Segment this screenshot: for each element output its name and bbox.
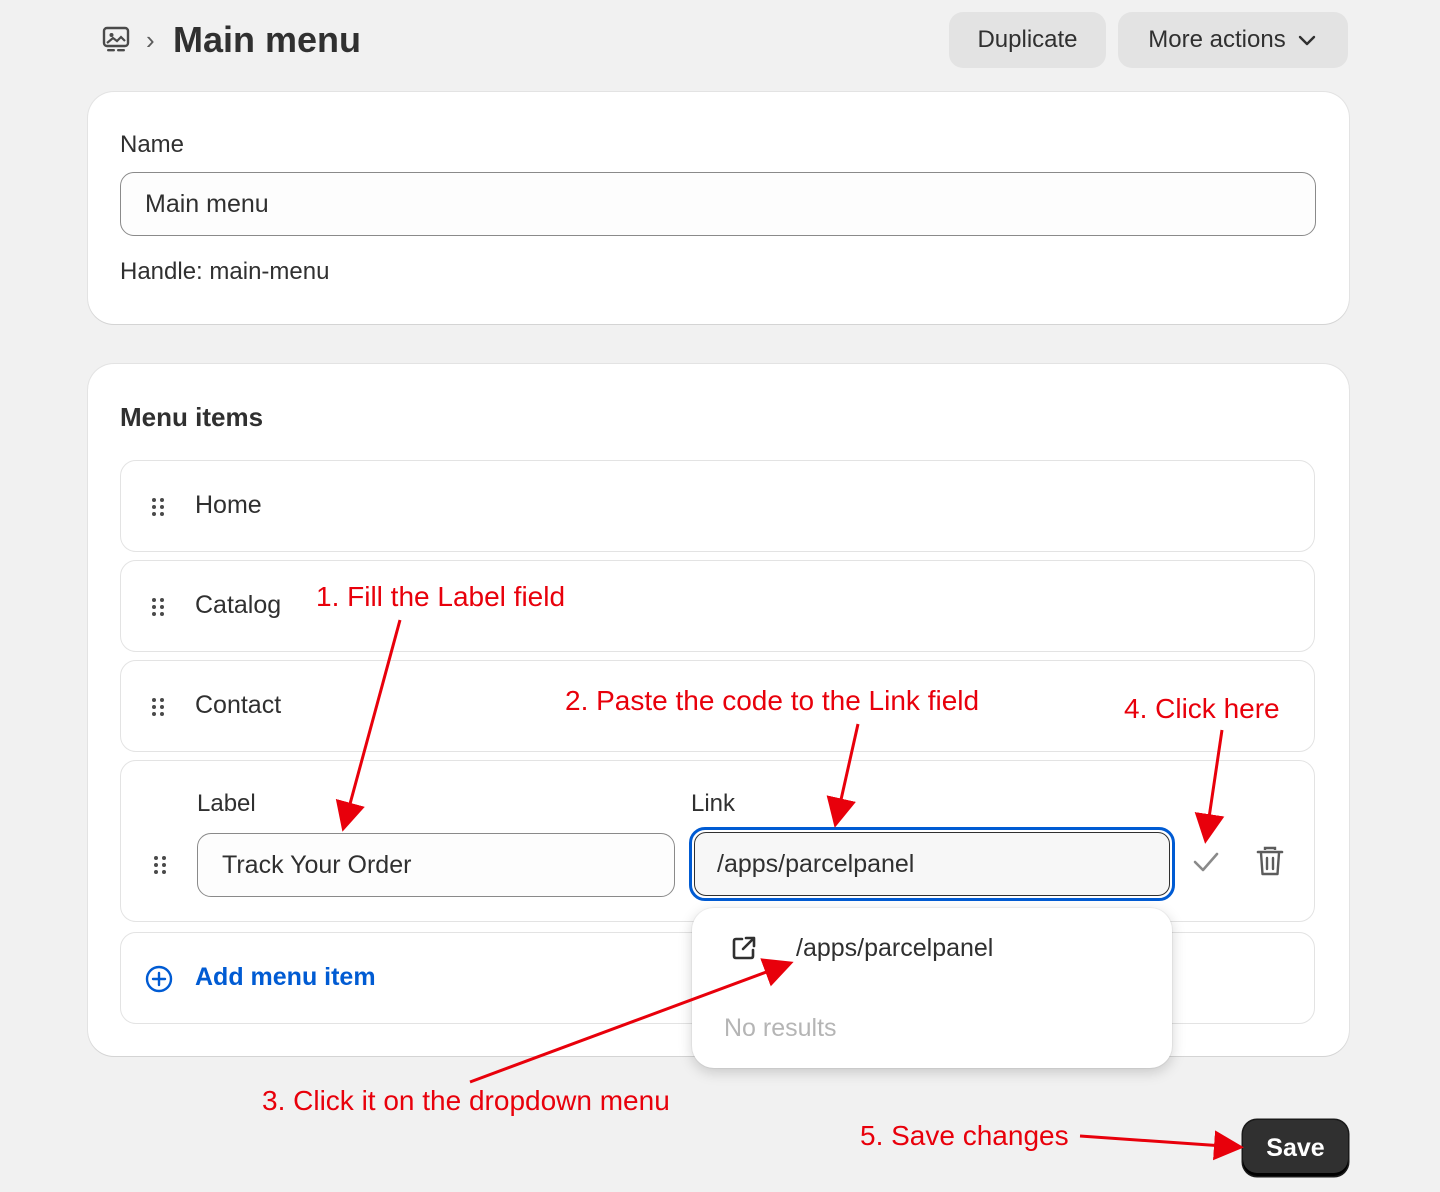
annotation-step-2: 2. Paste the code to the Link field [565,685,980,716]
online-store-icon[interactable] [100,24,132,56]
save-button[interactable]: Save [1243,1120,1348,1176]
link-suggestions-dropdown: /apps/parcelpanel No results [692,908,1172,1068]
name-card: Name Handle: main-menu [88,92,1349,324]
drag-handle-icon[interactable] [151,853,169,877]
annotation-step-4: 4. Click here [1124,693,1280,724]
name-input[interactable] [120,172,1316,236]
annotation-step-5: 5. Save changes [860,1120,1069,1151]
menu-item-label: Catalog [195,591,282,619]
label-field-label: Label [197,790,256,817]
dropdown-option[interactable]: /apps/parcelpanel [796,934,993,963]
annotation-step-3: 3. Click it on the dropdown menu [262,1085,670,1116]
drag-handle-icon[interactable] [149,695,167,719]
drag-handle-icon[interactable] [149,595,167,619]
handle-text: Handle: main-menu [120,258,330,285]
trash-icon[interactable] [1255,845,1285,877]
breadcrumb-separator: › [146,25,155,55]
link-input[interactable] [694,832,1170,896]
check-icon[interactable] [1191,847,1221,877]
save-button-label: Save [1266,1133,1325,1162]
drag-handle-icon[interactable] [149,495,167,519]
menu-items-title: Menu items [120,402,264,432]
menu-item-row-home[interactable]: Home [120,460,1315,552]
menu-item-edit-row: Label Link [120,760,1315,922]
more-actions-button[interactable]: More actions [1118,12,1348,68]
link-input-focus-ring [689,827,1175,901]
name-field-label: Name [120,131,185,158]
arrow-step-5 [1079,1130,1244,1161]
more-actions-label: More actions [1148,26,1286,53]
duplicate-button[interactable]: Duplicate [949,12,1106,68]
label-input[interactable] [197,833,675,897]
menu-item-row-catalog[interactable]: Catalog [120,560,1315,652]
add-menu-item-label: Add menu item [195,963,376,991]
page-header: › Main menu Duplicate More actions [0,0,1440,82]
page-title: Main menu [173,19,362,60]
plus-circle-icon [145,965,173,993]
menu-item-label: Home [195,491,262,519]
annotation-step-1: 1. Fill the Label field [316,581,566,612]
external-link-icon [732,936,756,960]
chevron-down-icon [1298,35,1315,46]
menu-item-label: Contact [195,691,282,719]
link-field-label: Link [691,790,736,817]
no-results-text: No results [724,1014,837,1042]
duplicate-button-label: Duplicate [977,26,1078,53]
